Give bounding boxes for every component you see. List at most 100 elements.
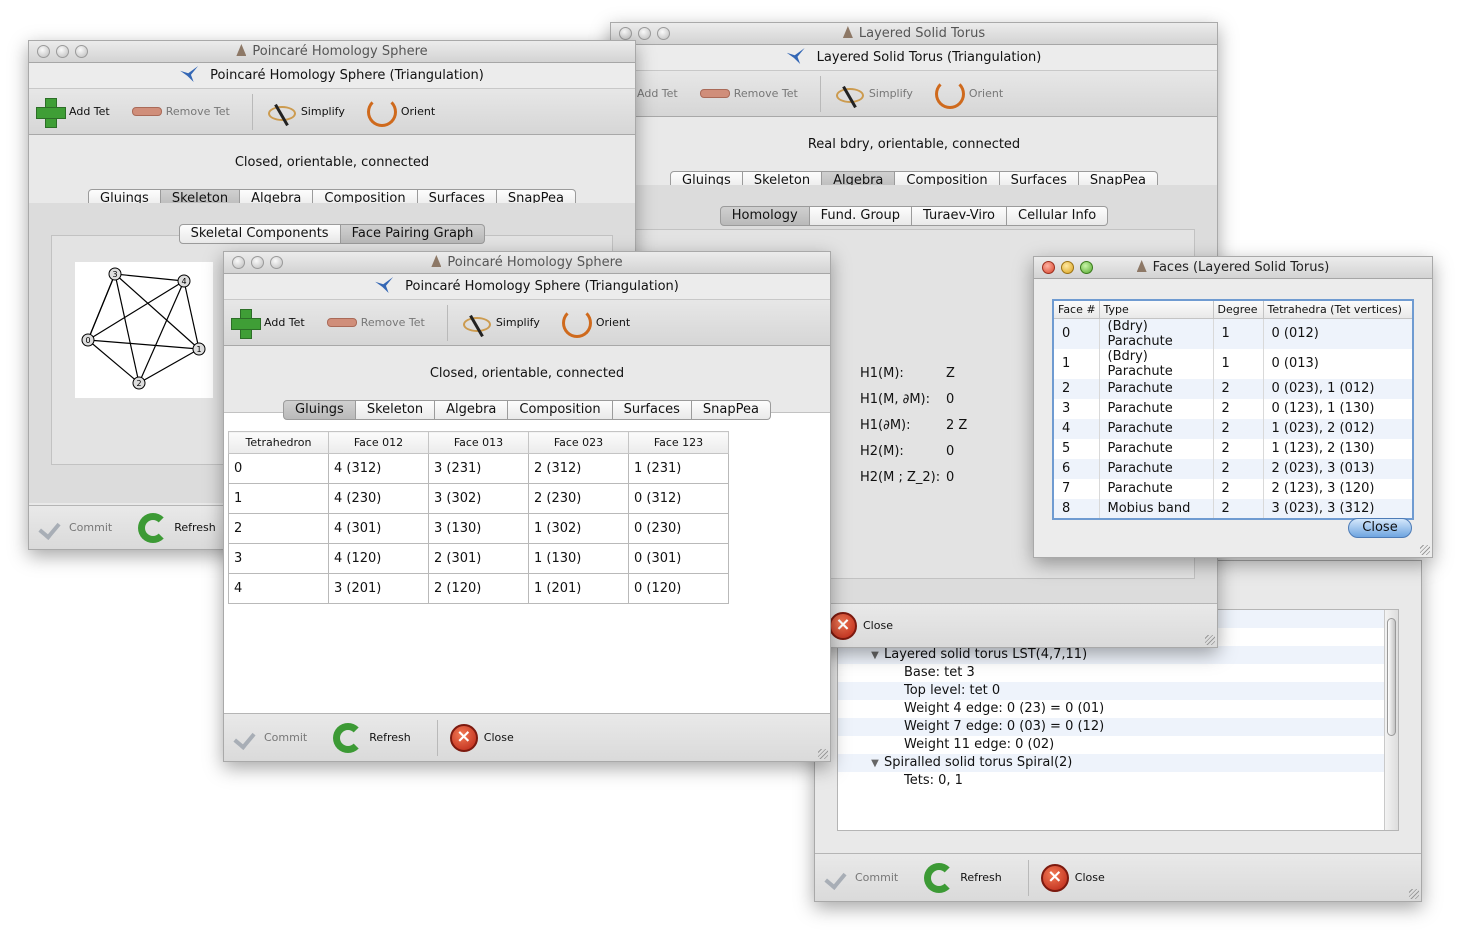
gluings-table[interactable]: Tetrahedron Face 012 Face 013 Face 023 Face … (228, 431, 729, 604)
zoom-window-icon[interactable] (270, 256, 283, 269)
close-button[interactable]: × Close (449, 723, 514, 752)
table-row[interactable]: 6 Parachute 2 2 (023), 3 (013) (1053, 458, 1414, 479)
table-cell[interactable]: 2 (1213, 418, 1264, 439)
tab-cellular-info[interactable]: Cellular Info (1007, 206, 1109, 226)
remove-tet-button[interactable]: Remove Tet (326, 316, 425, 329)
table-cell[interactable]: 2 (230) (528, 483, 629, 514)
table-cell[interactable]: 2 (1213, 398, 1264, 419)
table-row[interactable]: 14 (230) 3 (302) 2 (230) 0 (312) (228, 483, 729, 514)
simplify-button[interactable]: Simplify (460, 308, 540, 338)
table-cell[interactable]: 0 (312) (628, 483, 729, 514)
minimize-window-icon[interactable] (56, 45, 69, 58)
column-header[interactable]: Face 123 (628, 431, 729, 454)
minimize-window-icon[interactable] (251, 256, 264, 269)
table-cell[interactable]: 2 (1213, 438, 1264, 459)
column-header[interactable]: Face 012 (328, 431, 429, 454)
simplify-button[interactable]: Simplify (265, 97, 345, 127)
table-cell[interactable]: 7 (1053, 478, 1100, 499)
close-window-icon[interactable] (619, 27, 632, 40)
close-button[interactable]: × Close (829, 611, 893, 640)
tab-fund-group[interactable]: Fund. Group (809, 206, 912, 226)
table-cell[interactable]: 2 (023), 3 (013) (1263, 458, 1414, 479)
table-cell[interactable]: 3 (228, 543, 329, 574)
tab-algebra[interactable]: Algebra (435, 400, 509, 420)
tree-row[interactable]: Top level: tet 0 (838, 682, 1398, 700)
table-cell[interactable]: 2 (1213, 498, 1264, 519)
table-row[interactable]: 7 Parachute 2 2 (123), 3 (120) (1053, 478, 1414, 499)
table-cell[interactable]: 1 (023), 2 (012) (1263, 418, 1414, 439)
minimize-window-icon[interactable] (1061, 261, 1074, 274)
table-cell[interactable]: 1 (123), 2 (130) (1263, 438, 1414, 459)
table-cell[interactable]: 2 (1053, 378, 1100, 399)
table-cell[interactable]: 3 (130) (428, 513, 529, 544)
table-row[interactable]: 04 (312) 3 (231) 2 (312) 1 (231) (228, 453, 729, 484)
table-cell[interactable]: 2 (228, 513, 329, 544)
lst-titlebar[interactable]: Layered Solid Torus (611, 23, 1217, 45)
tree-row[interactable]: Weight 11 edge: 0 (02) (838, 736, 1398, 754)
zoom-window-icon[interactable] (75, 45, 88, 58)
table-cell[interactable]: 4 (301) (328, 513, 429, 544)
tree-row[interactable]: ▼ Spiralled solid torus Spiral(2) (838, 754, 1398, 772)
table-cell[interactable]: 0 (228, 453, 329, 484)
orient-button[interactable]: Orient (561, 307, 630, 338)
resize-grip[interactable] (1409, 889, 1419, 899)
table-cell[interactable]: 2 (301) (428, 543, 529, 574)
remove-tet-button[interactable]: Remove Tet (131, 105, 230, 118)
table-cell[interactable]: 0 (230) (628, 513, 729, 544)
table-cell[interactable]: 4 (1053, 418, 1100, 439)
add-tet-button[interactable]: Add Tet (35, 97, 110, 128)
resize-grip[interactable] (818, 749, 828, 759)
table-cell[interactable]: 1 (130) (528, 543, 629, 574)
resize-grip[interactable] (1420, 545, 1430, 555)
tab-face-pairing-graph[interactable]: Face Pairing Graph (340, 224, 486, 244)
table-row[interactable]: 24 (301) 3 (130) 1 (302) 0 (230) (228, 513, 729, 544)
table-cell[interactable]: 3 (201) (328, 573, 429, 604)
table-cell[interactable]: Parachute (1099, 398, 1214, 419)
zoom-window-icon[interactable] (1080, 261, 1093, 274)
table-cell[interactable]: 3 (1053, 398, 1100, 419)
orient-button[interactable]: Orient (934, 78, 1003, 109)
tab-composition[interactable]: Composition (508, 400, 613, 420)
table-cell[interactable]: 1 (201) (528, 573, 629, 604)
column-header[interactable]: Tetrahedron (228, 431, 329, 454)
tree-row[interactable]: ▼ Layered solid torus LST(4,7,11) (838, 646, 1398, 664)
column-header[interactable]: Face 013 (428, 431, 529, 454)
table-row[interactable]: 2 Parachute 2 0 (023), 1 (012) (1053, 378, 1414, 399)
table-cell[interactable]: 0 (301) (628, 543, 729, 574)
table-cell[interactable]: 0 (023), 1 (012) (1263, 378, 1414, 399)
table-cell[interactable]: 2 (312) (528, 453, 629, 484)
tree-row[interactable]: Weight 4 edge: 0 (23) = 0 (01) (838, 700, 1398, 718)
remove-tet-button[interactable]: Remove Tet (699, 87, 798, 100)
table-cell[interactable]: 4 (120) (328, 543, 429, 574)
table-cell[interactable]: 0 (013) (1263, 348, 1414, 379)
table-cell[interactable]: 8 (1053, 498, 1100, 519)
disclosure-triangle-icon[interactable]: ▼ (866, 647, 884, 665)
table-cell[interactable]: 1 (1053, 348, 1100, 379)
table-cell[interactable]: Parachute (1099, 438, 1214, 459)
faces-titlebar[interactable]: Faces (Layered Solid Torus) (1034, 257, 1432, 279)
tab-snappea[interactable]: SnapPea (691, 400, 771, 420)
table-cell[interactable]: Parachute (1099, 458, 1214, 479)
table-cell[interactable]: 1 (302) (528, 513, 629, 544)
tree-row[interactable]: Tets: 0, 1 (838, 772, 1398, 790)
table-cell[interactable]: 0 (012) (1263, 318, 1414, 349)
table-cell[interactable]: 3 (023), 3 (312) (1263, 498, 1414, 519)
table-cell[interactable]: 2 (1213, 478, 1264, 499)
tree-row[interactable]: Base: tet 3 (838, 664, 1398, 682)
table-cell[interactable]: 4 (230) (328, 483, 429, 514)
table-row[interactable]: 8 Mobius band 2 3 (023), 3 (312) (1053, 498, 1414, 519)
column-header[interactable]: Degree (1213, 300, 1264, 319)
table-row[interactable]: 4 Parachute 2 1 (023), 2 (012) (1053, 418, 1414, 439)
tab-turaev-viro[interactable]: Turaev-Viro (911, 206, 1008, 226)
table-cell[interactable]: 5 (1053, 438, 1100, 459)
table-cell[interactable]: (Bdry) Parachute (1099, 348, 1214, 379)
tab-gluings[interactable]: Gluings (283, 400, 356, 420)
column-header[interactable]: Type (1099, 300, 1214, 319)
table-cell[interactable]: 1 (1213, 348, 1264, 379)
table-cell[interactable]: 3 (302) (428, 483, 529, 514)
refresh-button[interactable]: Refresh (333, 722, 411, 753)
resize-grip[interactable] (1205, 635, 1215, 645)
table-row[interactable]: 3 Parachute 2 0 (123), 1 (130) (1053, 398, 1414, 419)
close-button[interactable]: Close (1348, 518, 1412, 538)
tab-homology[interactable]: Homology (719, 206, 810, 226)
